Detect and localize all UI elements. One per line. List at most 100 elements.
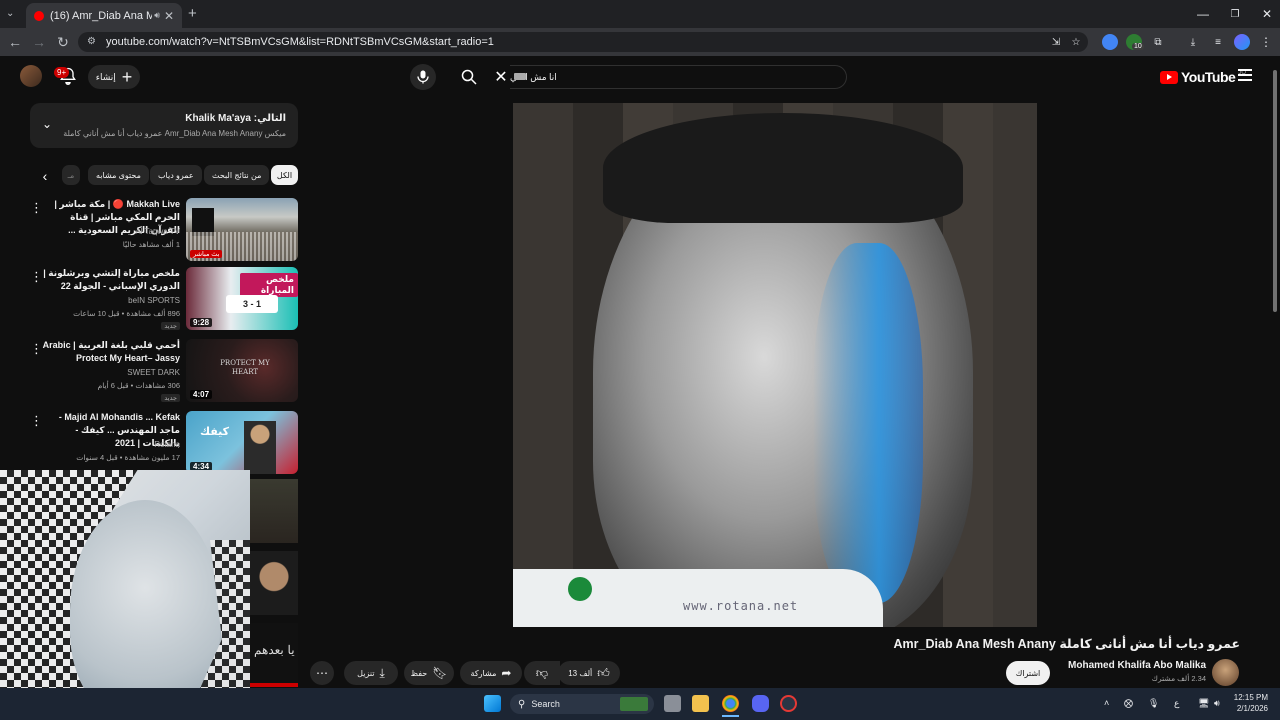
microphone-icon[interactable]: 🎙︎: [1148, 698, 1159, 709]
playlist-card[interactable]: ⌄ التالي: Khalik Ma'aya ميكس Amr_Diab An…: [30, 103, 298, 148]
chip-amr-diab[interactable]: عمرو دياب: [150, 165, 202, 185]
minimize-button[interactable]: —: [1186, 0, 1220, 28]
close-tab-icon[interactable]: ✕: [164, 9, 174, 23]
extension-blue-icon[interactable]: [1102, 34, 1118, 50]
chevron-down-icon[interactable]: ⌄: [42, 117, 52, 131]
chrome-icon[interactable]: [722, 695, 739, 712]
more-options-icon[interactable]: ⋮: [30, 341, 43, 357]
restore-button[interactable]: ❐: [1218, 0, 1252, 28]
youtube-logo[interactable]: YouTube JO: [1160, 69, 1246, 85]
download-icon[interactable]: ⤓: [1185, 34, 1201, 50]
summary-label: ملخص المباراة: [240, 273, 298, 297]
download-button[interactable]: تنزيل ⤓: [344, 661, 398, 685]
chip-from-search[interactable]: من نتائج البحث: [204, 165, 270, 185]
face-shape: [70, 500, 220, 720]
keyboard-icon[interactable]: [514, 73, 526, 80]
dislike-button[interactable]: 👎︎: [524, 661, 560, 685]
search-input[interactable]: انا مش اناني: [510, 65, 847, 89]
save-button[interactable]: حفظ 🔖︎: [404, 661, 454, 685]
video-player[interactable]: www.rotana.net: [513, 103, 1037, 627]
chip-partial[interactable]: مـ: [62, 165, 80, 185]
share-button[interactable]: مشاركة ➦: [460, 661, 522, 685]
extensions-puzzle-icon[interactable]: ⧉: [1150, 34, 1166, 50]
video-thumbnail[interactable]: PROTECT MY HEART 4:07: [186, 339, 298, 402]
network-icon[interactable]: 🖥︎: [1198, 698, 1209, 709]
taskbar-search[interactable]: ⚲ Search: [510, 694, 654, 714]
discord-icon[interactable]: [752, 695, 769, 712]
list-item-makkah-live[interactable]: ⋮ Makkah Live 🔴 | مكة مباشر | الحرم المك…: [30, 198, 298, 262]
file-explorer-icon[interactable]: [692, 695, 709, 712]
back-icon[interactable]: ←: [6, 33, 24, 51]
list-item-kefak[interactable]: ⋮ Majid Al Mohandis ... Kefak - ماجد الم…: [30, 411, 298, 475]
video-meta: 1 ألف مشاهد حاليًا: [122, 240, 180, 249]
kefak-text: كيفك: [200, 426, 230, 438]
volume-icon[interactable]: 🔊︎: [1214, 698, 1220, 709]
channel-name[interactable]: SWEET DARK: [127, 368, 180, 377]
search-icon[interactable]: [450, 64, 488, 90]
more-options-icon[interactable]: ⋮: [30, 269, 43, 285]
site-info-icon[interactable]: ⚙︎: [87, 36, 99, 48]
forward-icon[interactable]: →: [30, 33, 48, 51]
share-icon: ➦: [501, 666, 512, 680]
close-window-button[interactable]: ✕: [1250, 0, 1280, 28]
show-hidden-icons-icon[interactable]: ˄: [1104, 698, 1109, 708]
windows-start-icon[interactable]: [484, 695, 501, 712]
subscribe-button[interactable]: اشتراك: [1006, 661, 1050, 685]
video-thumbnail[interactable]: ملخص المباراة 3 - 1 9:28: [186, 267, 298, 330]
active-indicator: [722, 715, 739, 717]
reload-icon[interactable]: ↻: [54, 33, 72, 51]
gemini-icon[interactable]: [1234, 34, 1250, 50]
list-thumbnail-partial[interactable]: [250, 479, 298, 543]
list-thumbnail-partial[interactable]: [250, 551, 298, 615]
hamburger-menu-icon[interactable]: [1238, 69, 1252, 81]
new-badge: جديد: [161, 322, 180, 330]
chip-all[interactable]: الكل: [271, 165, 298, 185]
install-app-icon[interactable]: ⇲: [1048, 34, 1064, 50]
video-title[interactable]: أحمي قلبي بلغة العربية | Arabic Protect …: [42, 339, 180, 365]
language-indicator[interactable]: ع: [1174, 698, 1179, 709]
task-view-icon[interactable]: [664, 695, 681, 712]
address-bar[interactable]: ⚙︎ youtube.com/watch?v=NtTSBmVCsGM&list=…: [78, 32, 1088, 52]
video-meta: 17 مليون مشاهدة • قبل 4 سنوات: [76, 453, 180, 462]
duration-badge: 4:07: [190, 390, 213, 399]
create-button[interactable]: إنشاء +: [88, 65, 140, 89]
video-thumbnail[interactable]: بث مباشر: [186, 198, 298, 261]
subscriber-count: 2.34 ألف مشترك: [1151, 674, 1206, 683]
reading-list-icon[interactable]: ≡: [1210, 34, 1226, 50]
tab-search-icon[interactable]: ⌄: [6, 8, 14, 19]
picture-in-picture-video[interactable]: [0, 470, 250, 720]
clear-search-icon[interactable]: ✕: [490, 64, 512, 90]
video-title[interactable]: ملخص مباراة إلتشي وبرشلونة | الدوري الإس…: [42, 267, 180, 293]
hair-shape: [603, 113, 963, 223]
notification-muted-icon[interactable]: ⨂: [1124, 698, 1133, 709]
rotana-watermark: www.rotana.net: [683, 599, 799, 613]
chevron-left-icon[interactable]: ‹: [36, 166, 54, 186]
youtube-favicon-icon: [34, 10, 44, 21]
video-thumbnail[interactable]: كيفك 4:34: [186, 411, 298, 474]
channel-name[interactable]: beIN SPORTS: [128, 296, 180, 305]
channel-name[interactable]: Al Taqwa TV: [135, 227, 180, 236]
more-options-icon[interactable]: ⋮: [30, 200, 43, 216]
channel-name[interactable]: Mohamed Khalifa Abo Malika: [1030, 660, 1206, 671]
chip-related[interactable]: محتوى مشابه: [88, 165, 149, 185]
list-item-protect-my-heart[interactable]: ⋮ أحمي قلبي بلغة العربية | Arabic Protec…: [30, 339, 298, 403]
notification-count: 9+: [54, 67, 70, 78]
channel-avatar[interactable]: [1212, 659, 1239, 686]
new-tab-button[interactable]: +: [188, 5, 197, 22]
channel-name[interactable]: Rotana: [154, 440, 180, 449]
opera-icon[interactable]: [780, 695, 797, 712]
voice-search-mic-icon[interactable]: [410, 64, 436, 90]
browser-menu-icon[interactable]: ⋮: [1258, 34, 1274, 50]
scrollbar-thumb[interactable]: [1273, 70, 1277, 312]
list-thumbnail-partial[interactable]: يا بعدهم: [250, 623, 298, 687]
taskbar-search-label: Search: [531, 699, 560, 709]
browser-tab[interactable]: (16) Amr_Diab Ana Mesh A 🔊︎ ✕: [26, 3, 182, 28]
more-actions-button[interactable]: ⋯: [310, 661, 334, 685]
more-options-icon[interactable]: ⋮: [30, 413, 43, 429]
user-avatar[interactable]: [20, 65, 42, 87]
list-item-elche-barcelona[interactable]: ⋮ ملخص مباراة إلتشي وبرشلونة | الدوري ال…: [30, 267, 298, 331]
like-button[interactable]: 13 ألف 👍︎: [558, 661, 620, 685]
bookmark-star-icon[interactable]: ☆: [1068, 34, 1084, 50]
next-video-label: التالي: Khalik Ma'aya: [185, 113, 286, 124]
system-clock[interactable]: 12:15 PM 2/1/2026: [1230, 692, 1268, 714]
